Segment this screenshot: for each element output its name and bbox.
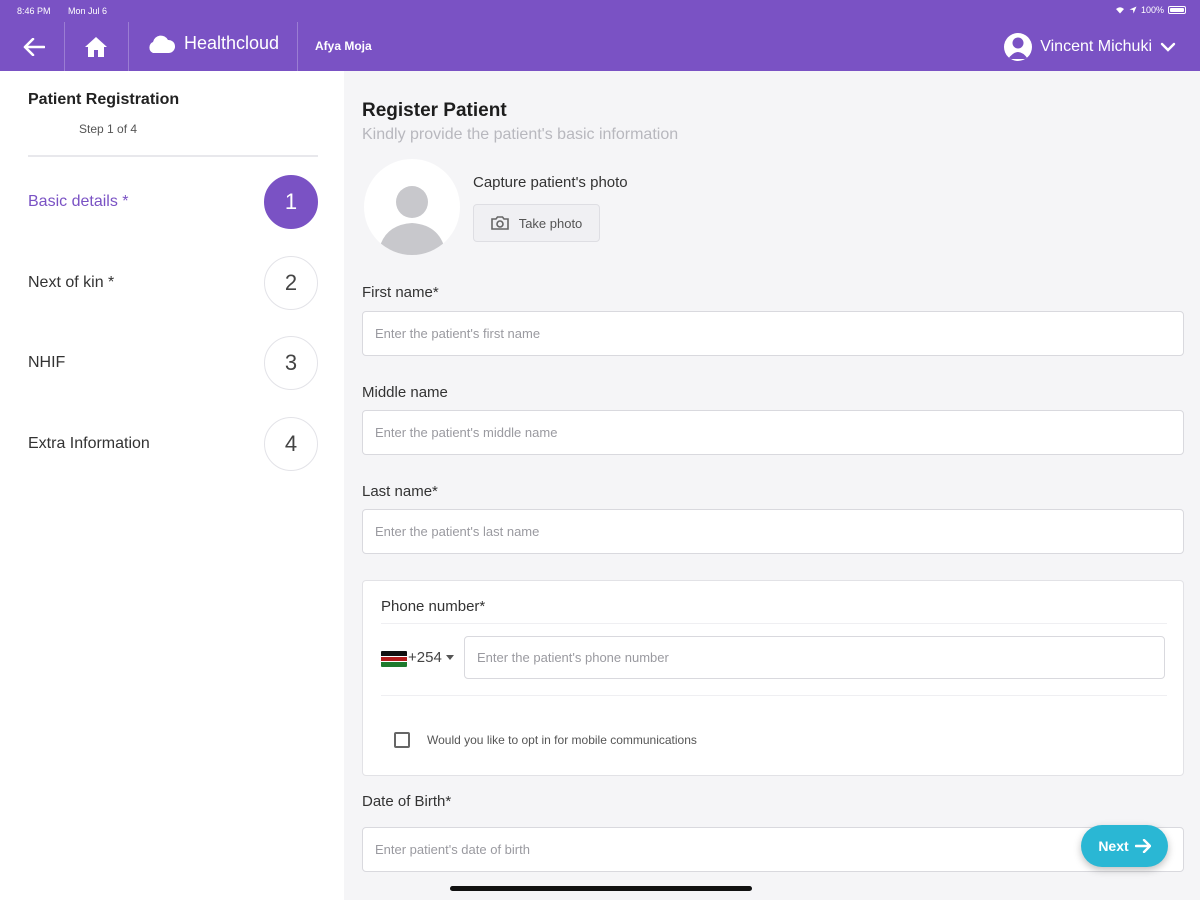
arrow-left-icon	[23, 38, 45, 56]
first-name-label: First name*	[362, 284, 439, 301]
step-next-of-kin[interactable]: Next of kin * 2	[28, 255, 318, 311]
stepper-title: Patient Registration	[28, 91, 180, 108]
dial-code: +254	[408, 649, 442, 666]
registration-stepper: Patient Registration Step 1 of 4 Basic d…	[0, 71, 344, 900]
organization-name: Afya Moja	[315, 39, 372, 53]
battery-icon	[1168, 6, 1186, 14]
take-photo-label: Take photo	[518, 215, 583, 231]
kenya-flag-icon	[381, 651, 407, 667]
phone-divider	[381, 695, 1167, 696]
first-name-input[interactable]	[362, 311, 1184, 356]
arrow-right-icon	[1134, 839, 1151, 853]
brand-name: Healthcloud	[184, 33, 280, 53]
home-button[interactable]	[82, 33, 110, 61]
step-number: 1	[264, 175, 318, 229]
home-icon	[85, 37, 107, 57]
registration-form: Register Patient Kindly provide the pati…	[344, 71, 1200, 900]
photo-label: Capture patient's photo	[473, 174, 628, 191]
phone-label: Phone number*	[381, 598, 486, 615]
brand: Healthcloud	[146, 33, 279, 54]
wifi-icon	[1115, 7, 1124, 14]
avatar	[1004, 33, 1033, 61]
header-divider	[128, 22, 129, 71]
step-nhif[interactable]: NHIF 3	[28, 335, 318, 391]
status-bar: 8:46 PM Mon Jul 6 100%	[0, 0, 1200, 20]
mobile-opt-in-label: Would you like to opt in for mobile comm…	[427, 733, 697, 747]
caret-down-icon	[445, 654, 454, 660]
page-subtitle: Kindly provide the patient's basic infor…	[362, 126, 679, 143]
step-label: Basic details *	[28, 193, 129, 210]
user-icon	[1008, 37, 1029, 59]
page-title: Register Patient	[362, 100, 507, 121]
last-name-label: Last name*	[362, 483, 438, 500]
step-number: 4	[264, 417, 318, 471]
header-divider	[64, 22, 65, 71]
back-button[interactable]	[20, 33, 48, 61]
location-icon	[1129, 6, 1137, 14]
phone-number-input[interactable]	[464, 636, 1165, 679]
stepper-progress: Step 1 of 4	[79, 122, 138, 136]
step-label: Extra Information	[28, 435, 150, 452]
step-extra-information[interactable]: Extra Information 4	[28, 416, 318, 472]
dob-input[interactable]	[362, 827, 1184, 872]
home-indicator	[450, 886, 752, 891]
next-label: Next	[1098, 838, 1129, 854]
camera-icon	[490, 216, 509, 230]
user-menu[interactable]: Vincent Michuki	[1004, 33, 1176, 61]
step-number: 3	[264, 336, 318, 390]
last-name-input[interactable]	[362, 509, 1184, 554]
step-label: NHIF	[28, 354, 66, 371]
user-name: Vincent Michuki	[1040, 38, 1152, 55]
phone-divider	[381, 623, 1167, 624]
middle-name-input[interactable]	[362, 410, 1184, 455]
next-button[interactable]: Next	[1081, 825, 1168, 867]
person-icon	[378, 186, 446, 255]
step-number: 2	[264, 256, 318, 310]
patient-photo-placeholder	[364, 159, 460, 255]
step-label: Next of kin *	[28, 274, 115, 291]
country-code-select[interactable]: +254	[408, 649, 454, 666]
dob-label: Date of Birth*	[362, 793, 452, 810]
battery-percent: 100%	[1140, 5, 1164, 15]
middle-name-label: Middle name	[362, 384, 448, 401]
header-divider	[297, 22, 298, 71]
step-basic-details[interactable]: Basic details * 1	[28, 174, 318, 230]
phone-section: Phone number* +254 Would you like to opt…	[362, 580, 1184, 776]
stepper-divider	[28, 155, 318, 157]
status-indicators: 100%	[1115, 5, 1186, 15]
cloud-icon	[149, 35, 176, 53]
status-time: 8:46 PM	[17, 6, 51, 16]
app-header: 8:46 PM Mon Jul 6 100% Healthcloud Afya …	[0, 0, 1200, 71]
chevron-down-icon	[1160, 42, 1176, 52]
status-date: Mon Jul 6	[68, 6, 108, 16]
take-photo-button[interactable]: Take photo	[473, 204, 600, 242]
mobile-opt-in-checkbox[interactable]	[394, 732, 410, 748]
